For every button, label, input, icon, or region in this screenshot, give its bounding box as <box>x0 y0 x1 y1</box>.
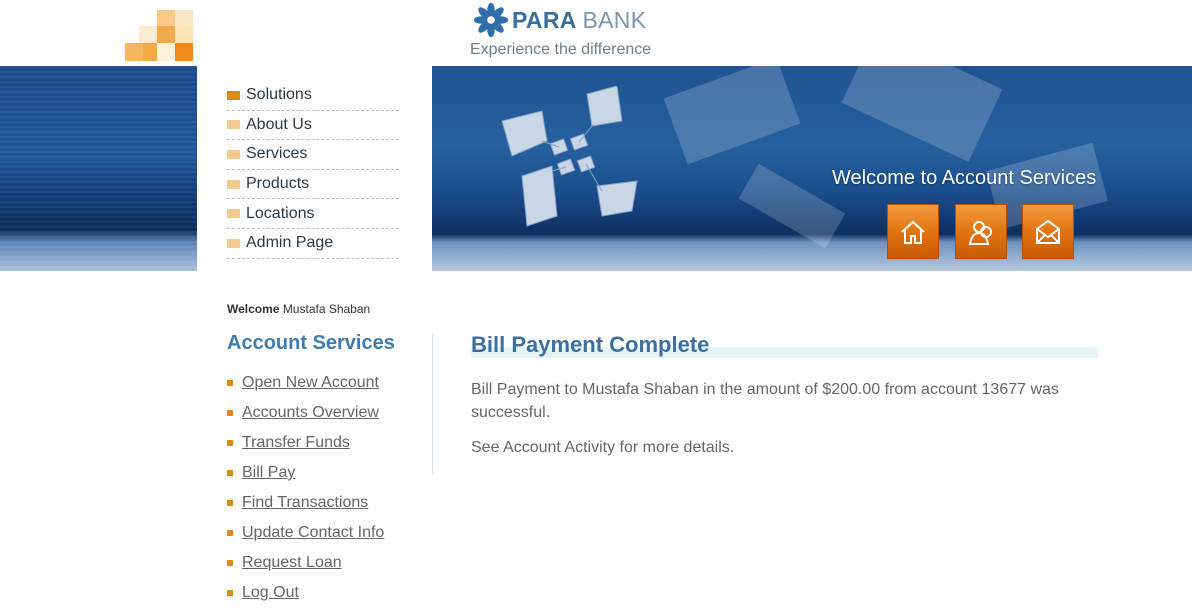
menu-bullet-icon <box>227 238 240 248</box>
parabank-logo[interactable]: PARA BANK <box>472 2 646 38</box>
details-note: See Account Activity for more details. <box>471 439 735 456</box>
menu-bullet-icon <box>227 120 240 130</box>
nav-item-products[interactable]: Products <box>227 170 399 200</box>
confirmation-message: Bill Payment to Mustafa Shaban in the am… <box>471 381 1059 421</box>
decorative-squares-logo <box>125 10 200 66</box>
bullet-icon <box>227 500 233 506</box>
bullet-icon <box>227 530 233 536</box>
nav-item-solutions[interactable]: Solutions <box>227 81 399 111</box>
about-button[interactable] <box>955 204 1007 259</box>
bullet-icon <box>227 380 233 386</box>
link-accounts-overview[interactable]: Accounts Overview <box>227 398 384 428</box>
nav-item-admin-page[interactable]: Admin Page <box>227 229 399 259</box>
logo-text: PARA BANK <box>512 6 647 33</box>
link-request-loan[interactable]: Request Loan <box>227 548 384 578</box>
link-find-transactions[interactable]: Find Transactions <box>227 488 384 518</box>
network-graphic <box>501 86 638 227</box>
home-icon <box>901 220 925 244</box>
tagline: Experience the difference <box>470 41 652 58</box>
nav-item-locations[interactable]: Locations <box>227 199 399 229</box>
link-transfer-funds[interactable]: Transfer Funds <box>227 428 384 458</box>
link-log-out[interactable]: Log Out <box>227 578 384 608</box>
menu-bullet-icon <box>227 90 240 100</box>
bullet-icon <box>227 560 233 566</box>
bullet-icon <box>227 440 233 446</box>
column-divider <box>432 334 433 474</box>
nav-item-about-us[interactable]: About Us <box>227 111 399 141</box>
welcome-message: Welcome Mustafa Shaban <box>227 302 371 316</box>
page-title: Bill Payment Complete <box>471 332 710 357</box>
nav-item-services[interactable]: Services <box>227 140 399 170</box>
bullet-icon <box>227 470 233 476</box>
link-bill-pay[interactable]: Bill Pay <box>227 458 384 488</box>
about-icon <box>968 220 992 245</box>
user-name: Mustafa Shaban <box>282 302 371 316</box>
menu-bullet-icon <box>227 179 240 189</box>
banner-title: Welcome to Account Services <box>832 167 1097 189</box>
contact-button[interactable] <box>1022 204 1074 259</box>
menu-bullet-icon <box>227 209 240 219</box>
account-services-title: Account Services <box>227 332 395 354</box>
link-update-contact-info[interactable]: Update Contact Info <box>227 518 384 548</box>
link-open-new-account[interactable]: Open New Account <box>227 368 384 398</box>
bullet-icon <box>227 410 233 416</box>
contact-icon <box>1036 219 1060 244</box>
main-nav-menu: Solutions About Us Services Products Loc… <box>227 81 399 259</box>
menu-bullet-icon <box>227 149 240 159</box>
bullet-icon <box>227 590 233 596</box>
account-services-links: Open New Account Accounts Overview Trans… <box>227 368 384 608</box>
home-button[interactable] <box>887 204 939 259</box>
flower-logo-icon <box>473 2 509 38</box>
